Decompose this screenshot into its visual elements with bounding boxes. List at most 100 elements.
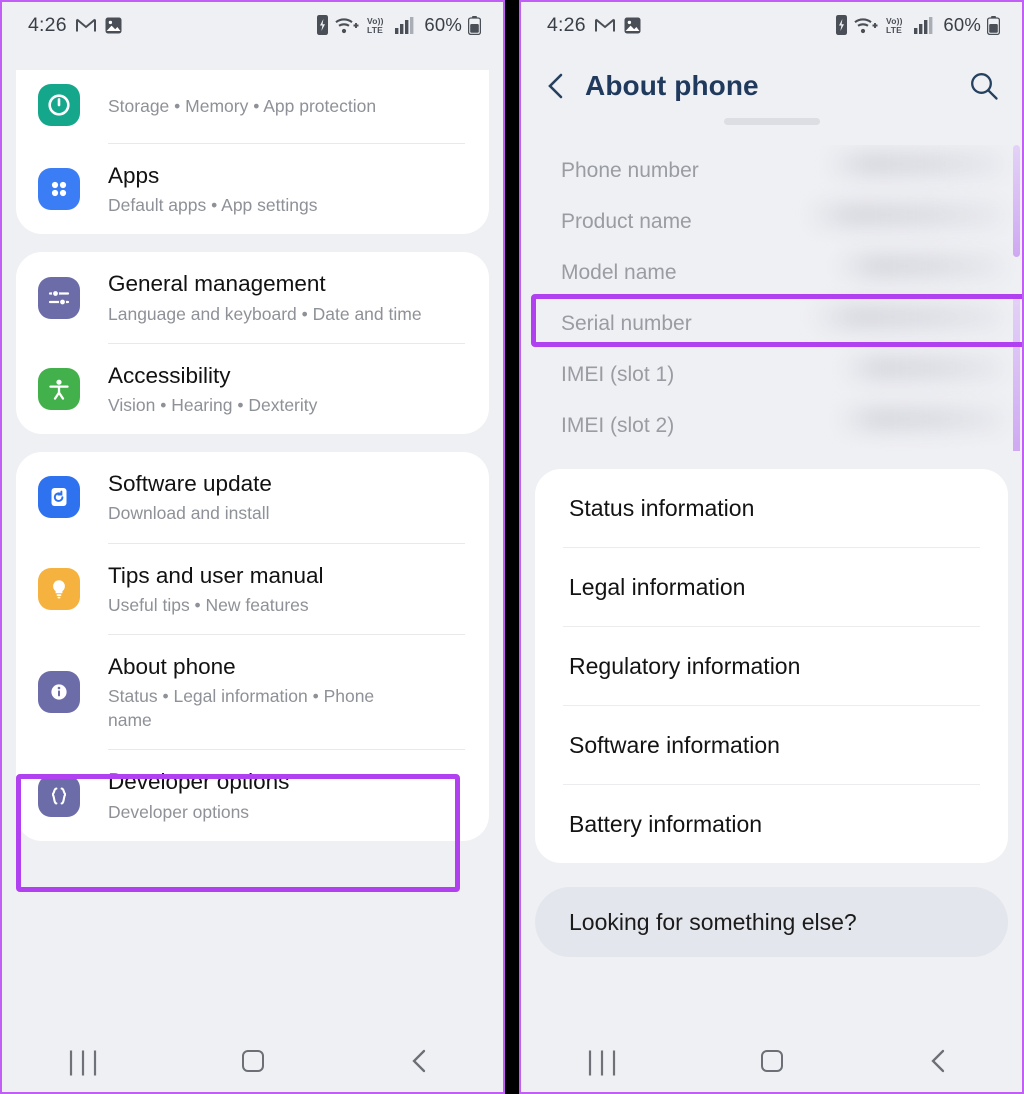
sidebar-item-about-phone[interactable]: About phone Status • Legal information •…	[16, 635, 489, 750]
sidebar-item-label: Software update	[108, 471, 272, 497]
info-circle-icon	[38, 671, 80, 714]
accessibility-icon	[38, 367, 80, 410]
info-label: Serial number	[561, 311, 692, 335]
home-icon[interactable]	[213, 1050, 293, 1072]
status-time: 4:26	[547, 13, 586, 36]
status-bar-left: 4:26 Vo)) LTE 60%	[2, 2, 503, 48]
menu-item-label: Battery information	[569, 810, 763, 837]
sim-icon	[316, 15, 329, 35]
sidebar-item-label: Accessibility	[108, 362, 231, 388]
status-time: 4:26	[28, 13, 67, 36]
sidebar-item-label: Tips and user manual	[108, 562, 324, 588]
gmail-icon	[75, 18, 96, 33]
nav-bar-left: |||	[2, 1030, 503, 1092]
menu-item-label: Legal information	[569, 573, 746, 600]
settings-group-3: Software update Download and install Tip…	[16, 452, 489, 841]
svg-text:LTE: LTE	[367, 25, 383, 35]
about-phone-app-bar: About phone	[521, 48, 1022, 112]
info-row[interactable]: Product name	[521, 196, 1022, 247]
settings-scroll-area[interactable]: Storage • Memory • App protection Apps D…	[2, 70, 503, 978]
signal-bars-icon	[914, 16, 935, 34]
gallery-icon	[624, 17, 641, 34]
wifi-calling-icon	[335, 16, 359, 35]
menu-item-software-information[interactable]: Software information	[535, 706, 1008, 784]
info-label: IMEI (slot 2)	[561, 413, 675, 437]
sidebar-item-desc: Download and install	[108, 503, 270, 524]
info-label: Phone number	[561, 158, 699, 182]
menu-item-label: Status information	[569, 494, 755, 521]
signal-bars-icon	[395, 16, 416, 34]
apps-icon	[38, 168, 80, 211]
sidebar-item-desc: Default apps • App settings	[108, 195, 318, 216]
sidebar-item-software-update[interactable]: Software update Download and install	[16, 452, 489, 542]
menu-item-legal-information[interactable]: Legal information	[535, 548, 1008, 626]
sidebar-item-general-management[interactable]: General management Language and keyboard…	[16, 252, 489, 342]
battery-icon	[987, 15, 1000, 35]
sim-icon	[835, 15, 848, 35]
info-row[interactable]: Phone number	[521, 145, 1022, 196]
sidebar-item-label: Developer options	[108, 769, 290, 795]
about-phone-scroll-area[interactable]: Phone number Product name Model name Ser…	[521, 118, 1022, 1026]
left-phone-panel: 4:26 Vo)) LTE 60% Storage • Memory • App…	[0, 0, 505, 1094]
battery-icon	[468, 15, 481, 35]
info-row[interactable]: Serial number	[521, 298, 1022, 349]
battery-percent-label: 60%	[943, 14, 981, 35]
back-icon[interactable]	[899, 1048, 979, 1074]
menu-item-battery-information[interactable]: Battery information	[535, 785, 1008, 863]
sidebar-item-label: Apps	[108, 163, 160, 188]
lightbulb-icon	[38, 567, 80, 610]
home-icon[interactable]	[732, 1050, 812, 1072]
screenshot-stage: 4:26 Vo)) LTE 60% Storage • Memory • App…	[0, 0, 1024, 1094]
info-label: Model name	[561, 260, 677, 284]
about-phone-menu-card: Status information Legal information Reg…	[535, 469, 1008, 863]
sliders-icon	[38, 276, 80, 319]
braces-icon	[38, 774, 80, 817]
sidebar-item-desc: Useful tips • New features	[108, 594, 309, 615]
sidebar-item-desc: Storage • Memory • App protection	[108, 96, 377, 117]
page-title: About phone	[585, 70, 759, 101]
settings-group-1: Storage • Memory • App protection Apps D…	[16, 70, 489, 235]
menu-item-label: Software information	[569, 731, 780, 758]
status-bar-right: 4:26 Vo)) LTE 60%	[521, 2, 1022, 48]
right-phone-panel: 4:26 Vo)) LTE 60% About phone Phone numb…	[519, 0, 1024, 1094]
panel-divider	[505, 0, 519, 1094]
back-chevron-icon[interactable]	[543, 71, 569, 101]
info-row[interactable]: IMEI (slot 2)	[521, 400, 1022, 451]
sidebar-item-desc: Vision • Hearing • Dexterity	[108, 395, 318, 416]
device-info-list: Phone number Product name Model name Ser…	[521, 145, 1022, 451]
sidebar-item-desc: Developer options	[108, 801, 250, 822]
svg-text:LTE: LTE	[886, 25, 902, 35]
looking-for-something-else-button[interactable]: Looking for something else?	[535, 887, 1008, 957]
volte-lte-icon: Vo)) LTE	[365, 15, 389, 35]
search-icon[interactable]	[968, 70, 1000, 102]
pill-label: Looking for something else?	[569, 908, 857, 935]
sidebar-item-tips[interactable]: Tips and user manual Useful tips • New f…	[16, 544, 489, 634]
device-care-icon	[38, 84, 80, 126]
recents-icon[interactable]: |||	[46, 1046, 126, 1077]
drag-handle[interactable]	[723, 118, 820, 125]
recents-icon[interactable]: |||	[565, 1046, 645, 1077]
menu-item-status-information[interactable]: Status information	[535, 469, 1008, 547]
sidebar-item-desc: Language and keyboard • Date and time	[108, 303, 422, 324]
sidebar-item-apps[interactable]: Apps Default apps • App settings	[16, 144, 489, 234]
sidebar-item-developer-options[interactable]: Developer options Developer options	[16, 750, 489, 840]
sidebar-item-label: General management	[108, 271, 326, 297]
settings-group-2: General management Language and keyboard…	[16, 252, 489, 435]
wifi-calling-icon	[854, 16, 878, 35]
sidebar-item-desc: Status • Legal information • Phone name	[108, 686, 375, 731]
sidebar-item-label: About phone	[108, 653, 236, 679]
nav-bar-right: |||	[521, 1030, 1022, 1092]
menu-item-label: Regulatory information	[569, 652, 801, 679]
gallery-icon	[105, 17, 122, 34]
info-row-model-name[interactable]: Model name	[521, 247, 1022, 298]
info-label: IMEI (slot 1)	[561, 362, 675, 386]
sidebar-item-device-care[interactable]: Storage • Memory • App protection	[16, 70, 489, 143]
battery-percent-label: 60%	[424, 14, 462, 35]
gmail-icon	[594, 18, 615, 33]
software-update-icon	[38, 476, 80, 519]
info-label: Product name	[561, 209, 692, 233]
sidebar-item-accessibility[interactable]: Accessibility Vision • Hearing • Dexteri…	[16, 344, 489, 434]
back-icon[interactable]	[380, 1048, 460, 1074]
menu-item-regulatory-information[interactable]: Regulatory information	[535, 627, 1008, 705]
info-row[interactable]: IMEI (slot 1)	[521, 349, 1022, 400]
